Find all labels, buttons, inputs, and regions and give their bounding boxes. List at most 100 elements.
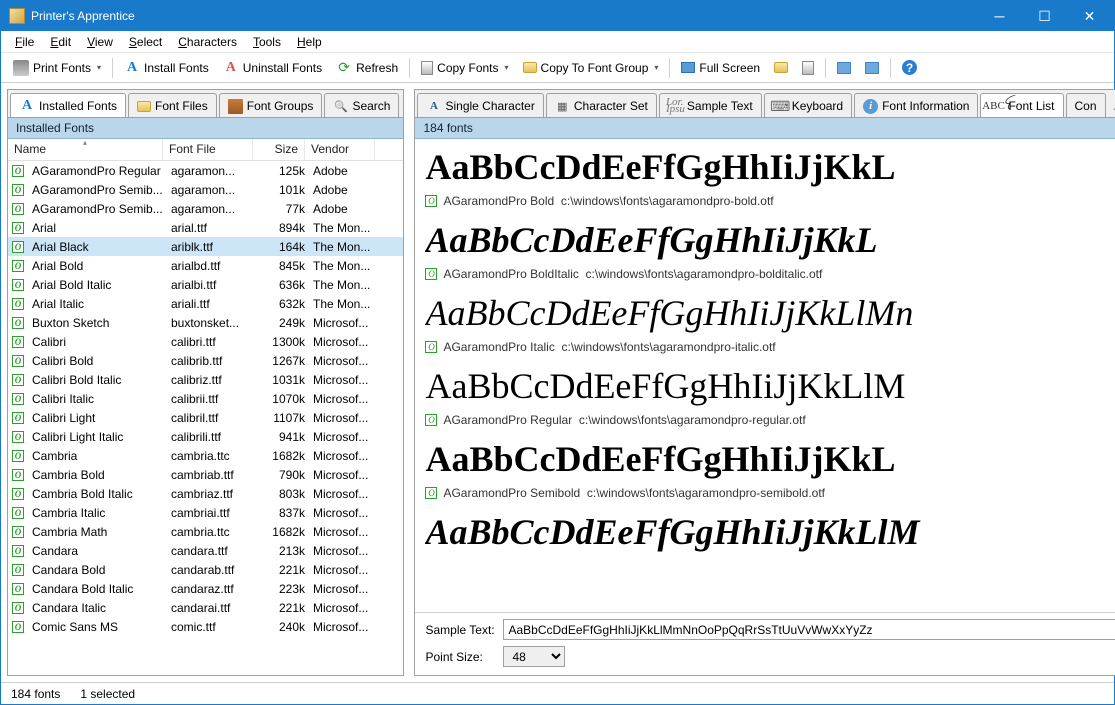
font-file-icon xyxy=(12,602,24,614)
table-row[interactable]: Arial Italicariali.ttf632kThe Mon... xyxy=(8,294,403,313)
help-button[interactable] xyxy=(896,57,923,78)
table-row[interactable]: Arial Boldarialbd.ttf845kThe Mon... xyxy=(8,256,403,275)
font-file-icon xyxy=(12,526,24,538)
table-row[interactable]: Calibri Boldcalibrib.ttf1267kMicrosof... xyxy=(8,351,403,370)
font-sample-item[interactable]: AaBbCcDdEeFfGgHhIiJjKkLAGaramondPro Semi… xyxy=(425,435,1115,500)
col-file[interactable]: Font File xyxy=(163,139,253,160)
menu-file[interactable]: File xyxy=(7,33,42,51)
close-button[interactable]: ✕ xyxy=(1067,2,1112,30)
table-row[interactable]: Calibricalibri.ttf1300kMicrosof... xyxy=(8,332,403,351)
search-icon xyxy=(333,99,348,114)
sample-text-input[interactable] xyxy=(503,619,1115,640)
tab-single-character[interactable]: Single Character xyxy=(417,93,543,118)
col-name[interactable]: Name▴ xyxy=(8,139,163,160)
cell-size: 249k xyxy=(257,316,309,330)
cell-file: agaramon... xyxy=(167,183,257,197)
col-size[interactable]: Size xyxy=(253,139,305,160)
font-caption: AGaramondPro Semibold c:\windows\fonts\a… xyxy=(425,486,1115,500)
font-file-icon xyxy=(425,341,437,353)
table-row[interactable]: Arialarial.ttf894kThe Mon... xyxy=(8,218,403,237)
table-row[interactable]: Cambria Italiccambriai.ttf837kMicrosof..… xyxy=(8,503,403,522)
table-row[interactable]: Arial Bold Italicarialbi.ttf636kThe Mon.… xyxy=(8,275,403,294)
cell-size: 837k xyxy=(257,506,309,520)
font-sample-item[interactable]: AaBbCcDdEeFfGgHhIiJjKkLAGaramondPro Bold… xyxy=(425,216,1115,281)
toolbar-button-misc-2[interactable] xyxy=(859,59,885,77)
font-sample-item[interactable]: AaBbCcDdEeFfGgHhIiJjKkLAGaramondPro Bold… xyxy=(425,143,1115,208)
refresh-button[interactable]: Refresh xyxy=(330,57,404,79)
table-row[interactable]: Calibri Bold Italiccalibriz.ttf1031kMicr… xyxy=(8,370,403,389)
copy-fonts-button[interactable]: Copy Fonts xyxy=(415,58,514,78)
tab-installed[interactable]: Installed Fonts xyxy=(10,93,126,118)
table-row[interactable]: Cambria Mathcambria.ttc1682kMicrosof... xyxy=(8,522,403,541)
table-row[interactable]: Cambria Bold Italiccambriaz.ttf803kMicro… xyxy=(8,484,403,503)
print-fonts-button[interactable]: Print Fonts xyxy=(7,57,107,79)
tab-character-set[interactable]: Character Set xyxy=(546,93,657,118)
full-screen-button[interactable]: Full Screen xyxy=(675,58,766,78)
menu-edit[interactable]: Edit xyxy=(42,33,79,51)
table-row[interactable]: Candara Bold Italiccandaraz.ttf223kMicro… xyxy=(8,579,403,598)
point-size-select[interactable]: 48 xyxy=(503,646,565,667)
cell-name: Calibri Bold Italic xyxy=(28,373,167,387)
toolbar-button-copy[interactable] xyxy=(796,58,820,78)
table-row[interactable]: Cambriacambria.ttc1682kMicrosof... xyxy=(8,446,403,465)
tab-label: Sample Text xyxy=(687,99,753,113)
font-sample-item[interactable]: AaBbCcDdEeFfGgHhIiJjKkLlM xyxy=(425,508,1115,555)
toolbar-button-folder[interactable] xyxy=(768,59,794,76)
menu-tools[interactable]: Tools xyxy=(245,33,289,51)
table-row[interactable]: Candara Italiccandarai.ttf221kMicrosof..… xyxy=(8,598,403,617)
font-file-icon xyxy=(12,336,24,348)
dropdown-caret-icon[interactable] xyxy=(654,63,658,72)
table-row[interactable]: Calibri Lightcalibril.ttf1107kMicrosof..… xyxy=(8,408,403,427)
tab-keyboard[interactable]: Keyboard xyxy=(764,93,852,118)
app-icon xyxy=(9,8,25,24)
menu-characters[interactable]: Characters xyxy=(170,33,245,51)
table-row[interactable]: Calibri Italiccalibrii.ttf1070kMicrosof.… xyxy=(8,389,403,408)
cell-vendor: Microsof... xyxy=(309,411,379,425)
tab-font-list[interactable]: Font List xyxy=(980,93,1063,118)
font-caption-text: AGaramondPro Bold c:\windows\fonts\agara… xyxy=(443,194,773,208)
menu-view[interactable]: View xyxy=(79,33,121,51)
tab-sample-text[interactable]: Sample Text xyxy=(659,93,762,118)
minimize-button[interactable]: ─ xyxy=(977,2,1022,30)
dropdown-caret-icon[interactable] xyxy=(97,63,101,72)
menu-select[interactable]: Select xyxy=(121,33,170,51)
table-row[interactable]: Comic Sans MS Boldcomicbd.ttf224kMicroso… xyxy=(8,636,403,638)
table-row[interactable]: Comic Sans MScomic.ttf240kMicrosof... xyxy=(8,617,403,636)
menu-help[interactable]: Help xyxy=(289,33,330,51)
toolbar-button-misc-1[interactable] xyxy=(831,59,857,77)
install-fonts-button[interactable]: Install Fonts xyxy=(118,57,215,79)
font-file-icon xyxy=(12,241,24,253)
cell-size: 101k xyxy=(257,183,309,197)
tab-con[interactable]: Con xyxy=(1066,93,1106,118)
table-row[interactable]: Candaracandara.ttf213kMicrosof... xyxy=(8,541,403,560)
cell-vendor: The Mon... xyxy=(309,240,379,254)
tab-font-information[interactable]: Font Information xyxy=(854,93,978,118)
table-row[interactable]: Candara Boldcandarab.ttf221kMicrosof... xyxy=(8,560,403,579)
font-sample-item[interactable]: AaBbCcDdEeFfGgHhIiJjKkLlMAGaramondPro Re… xyxy=(425,362,1115,427)
table-row[interactable]: AGaramondPro Semib...agaramon...77kAdobe xyxy=(8,199,403,218)
tab-groups[interactable]: Font Groups xyxy=(219,93,323,118)
font-sample-item[interactable]: AaBbCcDdEeFfGgHhIiJjKkLlMnAGaramondPro I… xyxy=(425,289,1115,354)
cell-size: 223k xyxy=(257,582,309,596)
maximize-button[interactable]: ☐ xyxy=(1022,2,1067,30)
tab-nav-left[interactable]: ◄ xyxy=(1108,102,1115,117)
table-body[interactable]: AGaramondPro Regularagaramon...125kAdobe… xyxy=(8,161,403,638)
cell-size: 941k xyxy=(257,430,309,444)
tab-search[interactable]: Search xyxy=(324,93,399,118)
table-row[interactable]: AGaramondPro Semib...agaramon...101kAdob… xyxy=(8,180,403,199)
copy-to-group-button[interactable]: Copy To Font Group xyxy=(517,58,665,78)
lorem-icon xyxy=(668,99,683,114)
table-row[interactable]: AGaramondPro Regularagaramon...125kAdobe xyxy=(8,161,403,180)
uninstall-fonts-button[interactable]: Uninstall Fonts xyxy=(217,57,328,79)
font-list[interactable]: AaBbCcDdEeFfGgHhIiJjKkLAGaramondPro Bold… xyxy=(415,139,1115,612)
dropdown-caret-icon[interactable] xyxy=(505,63,509,72)
table-row[interactable]: Buxton Sketchbuxtonsket...249kMicrosof..… xyxy=(8,313,403,332)
table-row[interactable]: Arial Blackariblk.ttf164kThe Mon... xyxy=(8,237,403,256)
cell-name: Arial Black xyxy=(28,240,167,254)
cell-file: calibrib.ttf xyxy=(167,354,257,368)
tab-files[interactable]: Font Files xyxy=(128,93,217,118)
table-row[interactable]: Calibri Light Italiccalibrili.ttf941kMic… xyxy=(8,427,403,446)
col-vendor[interactable]: Vendor xyxy=(305,139,375,160)
table-row[interactable]: Cambria Boldcambriab.ttf790kMicrosof... xyxy=(8,465,403,484)
bottom-controls: Sample Text: Point Size: 48 xyxy=(415,612,1115,675)
